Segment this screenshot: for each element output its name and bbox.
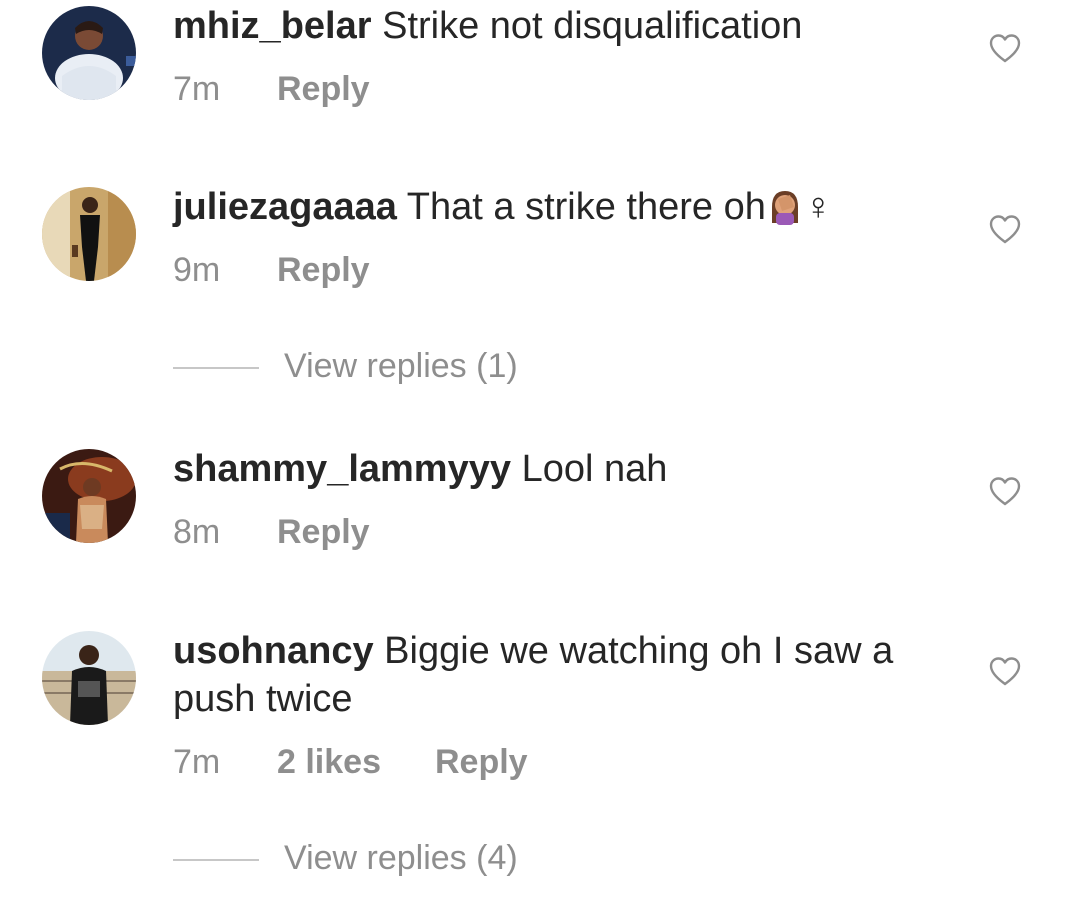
replies-divider xyxy=(173,367,259,369)
view-replies-label: View replies (1) xyxy=(284,347,518,385)
comment-timestamp: 7m xyxy=(173,743,221,781)
comment-text: juliezagaaaa That a strike there oh ♀ xyxy=(173,183,963,231)
likes-count-button[interactable]: 2 likes xyxy=(277,743,381,782)
heart-icon[interactable] xyxy=(988,33,1022,63)
comment-timestamp: 7m xyxy=(173,70,221,108)
avatar[interactable] xyxy=(42,6,136,100)
avatar[interactable] xyxy=(42,631,136,725)
comment-username[interactable]: mhiz_belar xyxy=(173,5,372,47)
comment-body: Strike not disqualification xyxy=(382,5,803,47)
comment-meta: 7m Reply xyxy=(173,70,370,109)
avatar[interactable] xyxy=(42,187,136,281)
reply-button[interactable]: Reply xyxy=(277,513,370,552)
comment-username[interactable]: shammy_lammyyy xyxy=(173,448,511,490)
comment-item: juliezagaaaa That a strike there oh ♀ 9m… xyxy=(0,181,1080,411)
comment-body: Lool nah xyxy=(521,448,668,490)
comment-item: mhiz_belar Strike not disqualification 7… xyxy=(0,0,1080,160)
woman-facepalming-emoji xyxy=(771,191,798,225)
comment-text: shammy_lammyyy Lool nah xyxy=(173,445,963,493)
comment-meta: 8m Reply xyxy=(173,513,370,552)
comment-timestamp: 8m xyxy=(173,513,221,551)
heart-icon[interactable] xyxy=(988,214,1022,244)
comment-meta: 7m 2 likes Reply xyxy=(173,743,528,782)
heart-icon[interactable] xyxy=(988,476,1022,506)
heart-icon[interactable] xyxy=(988,656,1022,686)
comment-meta: 9m Reply xyxy=(173,251,370,290)
comment-item: shammy_lammyyy Lool nah 8m Reply xyxy=(0,443,1080,603)
comment-body: That a strike there oh xyxy=(406,186,766,228)
comment-username[interactable]: juliezagaaaa xyxy=(173,186,397,228)
reply-button[interactable]: Reply xyxy=(435,743,528,782)
replies-divider xyxy=(173,859,259,861)
avatar[interactable] xyxy=(42,449,136,543)
comment-text: mhiz_belar Strike not disqualification xyxy=(173,2,963,50)
comment-username[interactable]: usohnancy xyxy=(173,630,374,672)
avatar-photo-icon xyxy=(42,6,136,100)
comment-text: usohnancy Biggie we watching oh I saw a … xyxy=(173,627,963,723)
view-replies-label: View replies (4) xyxy=(284,839,518,877)
avatar-photo-icon xyxy=(42,187,136,281)
avatar-photo-icon xyxy=(42,449,136,543)
avatar-photo-icon xyxy=(42,631,136,725)
reply-button[interactable]: Reply xyxy=(277,70,370,109)
comment-timestamp: 9m xyxy=(173,251,221,289)
comment-item: usohnancy Biggie we watching oh I saw a … xyxy=(0,625,1080,905)
reply-button[interactable]: Reply xyxy=(277,251,370,290)
comment-trailing-symbol: ♀ xyxy=(803,186,833,228)
